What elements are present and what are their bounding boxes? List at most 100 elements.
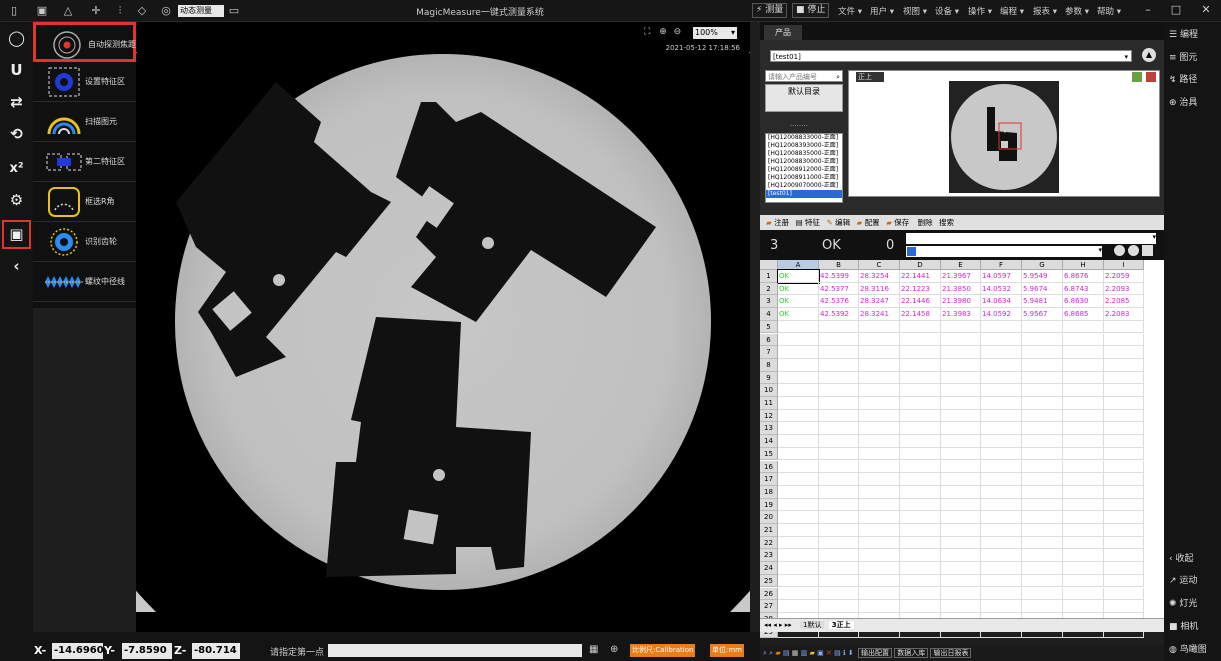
table-cell[interactable] xyxy=(1104,549,1144,563)
table-cell[interactable] xyxy=(1104,384,1144,397)
program-menu[interactable]: ☰ 编程 xyxy=(1169,27,1198,40)
table-cell[interactable] xyxy=(981,320,1022,334)
table-cell[interactable] xyxy=(981,358,1022,372)
motion-menu[interactable]: ↗ 运动 xyxy=(1169,573,1197,586)
table-cell[interactable] xyxy=(981,536,1022,550)
table-cell[interactable] xyxy=(1063,333,1104,347)
table-cell[interactable]: 6.8685 xyxy=(1063,308,1104,321)
list-item[interactable]: [HQ12009070000-正面] xyxy=(766,182,842,190)
table-icon[interactable]: ▦ xyxy=(792,649,799,657)
product-select[interactable]: [test01] ▾ xyxy=(770,50,1132,62)
mode-select[interactable]: 动态测量 xyxy=(178,5,224,17)
camera-menu[interactable]: ■ 相机 xyxy=(1169,619,1198,632)
table-cell[interactable] xyxy=(900,422,941,436)
row-header[interactable]: 4 xyxy=(760,308,778,321)
table-cell[interactable] xyxy=(1104,333,1144,347)
table-cell[interactable] xyxy=(1022,574,1063,588)
list-item[interactable]: [HQ12008911000-正面] xyxy=(766,174,842,182)
table-cell[interactable] xyxy=(778,358,819,372)
table-cell[interactable]: 2.2083 xyxy=(1104,308,1144,321)
table-cell[interactable] xyxy=(819,549,859,563)
table-cell[interactable]: OK xyxy=(777,269,820,284)
table-cell[interactable] xyxy=(1022,562,1063,575)
chart-icon[interactable]: ▥ xyxy=(801,649,808,657)
window-icon[interactable]: ▭ xyxy=(226,3,242,19)
table-cell[interactable] xyxy=(1022,333,1063,347)
table-cell[interactable] xyxy=(1022,346,1063,359)
table-cell[interactable] xyxy=(1022,447,1063,461)
table-cell[interactable] xyxy=(900,524,941,537)
table-cell[interactable] xyxy=(1104,562,1144,575)
table-cell[interactable] xyxy=(900,333,941,347)
row-header[interactable]: 19 xyxy=(760,498,778,512)
table-cell[interactable] xyxy=(900,409,941,423)
table-cell[interactable] xyxy=(1063,397,1104,410)
menu-help[interactable]: 帮助 ▾ xyxy=(1097,5,1121,17)
table-cell[interactable] xyxy=(1022,524,1063,537)
table-cell[interactable] xyxy=(1063,562,1104,575)
close-icon[interactable]: ✕ xyxy=(1196,3,1216,16)
scale-select[interactable]: 比例尺:Calibration xyxy=(630,644,696,657)
list-item[interactable]: [HQ12008835000-正面] xyxy=(766,150,842,158)
table-cell[interactable]: 5.9549 xyxy=(1022,270,1063,283)
tab-product[interactable]: 产品 xyxy=(764,25,802,40)
eraser-icon[interactable]: ◇ xyxy=(134,3,150,19)
table-cell[interactable] xyxy=(1063,358,1104,372)
message-field[interactable]: ▾ xyxy=(906,233,1156,244)
table-cell[interactable] xyxy=(1022,511,1063,524)
table-cell[interactable] xyxy=(778,587,819,601)
maximize-icon[interactable]: □ xyxy=(1166,3,1186,16)
table-cell[interactable] xyxy=(1104,574,1144,588)
table-cell[interactable] xyxy=(1022,536,1063,550)
table-cell[interactable] xyxy=(859,397,900,410)
row-header[interactable]: 24 xyxy=(760,562,778,575)
row-header[interactable]: 23 xyxy=(760,549,778,563)
config-button[interactable]: ▰ 配置 xyxy=(857,218,880,227)
column-header[interactable]: H xyxy=(1063,260,1104,270)
menu-params[interactable]: 参数 ▾ xyxy=(1065,5,1089,17)
table-cell[interactable] xyxy=(1063,435,1104,448)
table-cell[interactable] xyxy=(819,447,859,461)
table-cell[interactable] xyxy=(1063,409,1104,423)
table-cell[interactable]: 2.2093 xyxy=(1104,282,1144,296)
save-disk-icon[interactable]: ▣ xyxy=(2,220,31,249)
table-cell[interactable]: OK xyxy=(778,282,819,296)
table-cell[interactable] xyxy=(981,346,1022,359)
column-header[interactable]: D xyxy=(900,260,941,270)
column-header[interactable]: B xyxy=(819,260,859,270)
camera-viewer[interactable]: ⛶ ⊕ ⊖ 100% ▾ 2021-05-12 17:18:56 xyxy=(136,22,750,632)
column-header[interactable]: G xyxy=(1022,260,1063,270)
table-cell[interactable] xyxy=(1063,574,1104,588)
edit-button[interactable]: ✎ 编辑 xyxy=(826,218,850,227)
table-cell[interactable] xyxy=(941,460,981,474)
table-cell[interactable] xyxy=(778,549,819,563)
table-cell[interactable] xyxy=(1063,473,1104,486)
row-header[interactable]: 3 xyxy=(760,295,778,309)
birdview-menu[interactable]: ◍ 鸟瞰图 xyxy=(1169,642,1207,655)
table-cell[interactable] xyxy=(981,371,1022,385)
table-cell[interactable] xyxy=(941,600,981,613)
table-cell[interactable]: 21.3980 xyxy=(941,295,981,309)
table-cell[interactable]: 6.8743 xyxy=(1063,282,1104,296)
table-cell[interactable] xyxy=(1063,460,1104,474)
light-icon[interactable]: △ xyxy=(60,3,76,19)
sheet-tab-default[interactable]: 1默认 xyxy=(800,621,825,629)
column-header[interactable]: A xyxy=(778,260,819,270)
table-cell[interactable] xyxy=(1104,511,1144,524)
table-cell[interactable]: 42.5377 xyxy=(819,282,859,296)
table-cell[interactable] xyxy=(1063,320,1104,334)
unit-select[interactable]: 单位:mm xyxy=(710,644,744,657)
table-cell[interactable] xyxy=(981,485,1022,499)
table-cell[interactable] xyxy=(1063,498,1104,512)
folder-icon[interactable]: ▰ xyxy=(775,649,780,657)
table-cell[interactable] xyxy=(981,435,1022,448)
table-cell[interactable] xyxy=(1104,447,1144,461)
table-cell[interactable]: 21.3983 xyxy=(941,308,981,321)
table-cell[interactable] xyxy=(1104,371,1144,385)
table-cell[interactable] xyxy=(819,397,859,410)
table-cell[interactable] xyxy=(859,422,900,436)
table-cell[interactable] xyxy=(778,473,819,486)
table-cell[interactable] xyxy=(1022,397,1063,410)
menu-file[interactable]: 文件 ▾ xyxy=(838,5,862,17)
row-header[interactable]: 5 xyxy=(760,320,778,334)
